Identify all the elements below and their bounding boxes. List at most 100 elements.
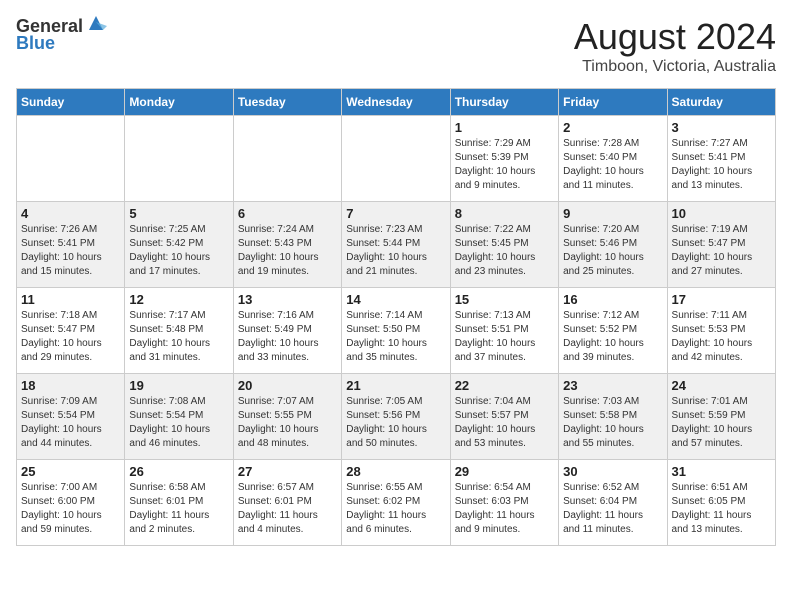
calendar-cell: 3Sunrise: 7:27 AMSunset: 5:41 PMDaylight… [667, 116, 775, 202]
cell-text-line: and 50 minutes. [346, 437, 445, 451]
cell-text-line: Sunrise: 7:16 AM [238, 309, 337, 323]
cell-text-line: Daylight: 10 hours [672, 423, 771, 437]
cell-text-line: Daylight: 10 hours [455, 337, 554, 351]
cell-text-line: Sunset: 5:47 PM [672, 237, 771, 251]
cell-text-line: Sunset: 5:44 PM [346, 237, 445, 251]
day-number: 5 [129, 206, 228, 221]
day-number: 4 [21, 206, 120, 221]
cell-text-line: Sunset: 5:54 PM [129, 409, 228, 423]
day-number: 19 [129, 378, 228, 393]
cell-text-line: Sunset: 6:04 PM [563, 495, 662, 509]
cell-text-line: Sunset: 5:58 PM [563, 409, 662, 423]
cell-text-line: and 35 minutes. [346, 351, 445, 365]
calendar-cell: 29Sunrise: 6:54 AMSunset: 6:03 PMDayligh… [450, 460, 558, 546]
cell-text-line: Sunrise: 7:11 AM [672, 309, 771, 323]
weekday-header-wednesday: Wednesday [342, 89, 450, 116]
calendar-table: SundayMondayTuesdayWednesdayThursdayFrid… [16, 88, 776, 546]
cell-text-line: and 53 minutes. [455, 437, 554, 451]
cell-text-line: and 6 minutes. [346, 523, 445, 537]
cell-text-line: Daylight: 10 hours [346, 337, 445, 351]
cell-text-line: Sunrise: 7:24 AM [238, 223, 337, 237]
weekday-header-saturday: Saturday [667, 89, 775, 116]
cell-text-line: and 19 minutes. [238, 265, 337, 279]
cell-text-line: Daylight: 11 hours [238, 509, 337, 523]
calendar-body: 1Sunrise: 7:29 AMSunset: 5:39 PMDaylight… [17, 116, 776, 546]
calendar-cell: 23Sunrise: 7:03 AMSunset: 5:58 PMDayligh… [559, 374, 667, 460]
cell-text-line: Sunrise: 7:09 AM [21, 395, 120, 409]
cell-text-line: Sunset: 5:43 PM [238, 237, 337, 251]
day-number: 31 [672, 464, 771, 479]
calendar-cell: 31Sunrise: 6:51 AMSunset: 6:05 PMDayligh… [667, 460, 775, 546]
location: Timboon, Victoria, Australia [574, 58, 776, 76]
cell-text-line: Sunset: 5:59 PM [672, 409, 771, 423]
calendar-cell: 9Sunrise: 7:20 AMSunset: 5:46 PMDaylight… [559, 202, 667, 288]
cell-text-line: Daylight: 11 hours [455, 509, 554, 523]
cell-text-line: Sunrise: 7:07 AM [238, 395, 337, 409]
cell-text-line: Sunrise: 6:55 AM [346, 481, 445, 495]
calendar-cell: 11Sunrise: 7:18 AMSunset: 5:47 PMDayligh… [17, 288, 125, 374]
calendar-cell: 12Sunrise: 7:17 AMSunset: 5:48 PMDayligh… [125, 288, 233, 374]
day-number: 10 [672, 206, 771, 221]
cell-text-line: Sunrise: 7:04 AM [455, 395, 554, 409]
cell-text-line: and 9 minutes. [455, 523, 554, 537]
calendar-cell: 13Sunrise: 7:16 AMSunset: 5:49 PMDayligh… [233, 288, 341, 374]
cell-text-line: Sunset: 5:54 PM [21, 409, 120, 423]
cell-text-line: and 57 minutes. [672, 437, 771, 451]
cell-text-line: and 13 minutes. [672, 523, 771, 537]
calendar-week-5: 25Sunrise: 7:00 AMSunset: 6:00 PMDayligh… [17, 460, 776, 546]
cell-text-line: and 13 minutes. [672, 179, 771, 193]
cell-text-line: Daylight: 10 hours [21, 251, 120, 265]
calendar-cell: 17Sunrise: 7:11 AMSunset: 5:53 PMDayligh… [667, 288, 775, 374]
day-number: 16 [563, 292, 662, 307]
day-number: 28 [346, 464, 445, 479]
cell-text-line: and 33 minutes. [238, 351, 337, 365]
cell-text-line: Sunrise: 6:52 AM [563, 481, 662, 495]
calendar-cell: 20Sunrise: 7:07 AMSunset: 5:55 PMDayligh… [233, 374, 341, 460]
cell-text-line: Daylight: 10 hours [238, 337, 337, 351]
cell-text-line: Sunset: 5:53 PM [672, 323, 771, 337]
calendar-cell: 6Sunrise: 7:24 AMSunset: 5:43 PMDaylight… [233, 202, 341, 288]
day-number: 12 [129, 292, 228, 307]
cell-text-line: Daylight: 11 hours [346, 509, 445, 523]
cell-text-line: Sunrise: 6:54 AM [455, 481, 554, 495]
cell-text-line: and 21 minutes. [346, 265, 445, 279]
cell-text-line: and 42 minutes. [672, 351, 771, 365]
cell-text-line: Sunrise: 7:27 AM [672, 137, 771, 151]
calendar-cell: 24Sunrise: 7:01 AMSunset: 5:59 PMDayligh… [667, 374, 775, 460]
cell-text-line: Daylight: 10 hours [455, 165, 554, 179]
weekday-header-sunday: Sunday [17, 89, 125, 116]
cell-text-line: and 48 minutes. [238, 437, 337, 451]
day-number: 27 [238, 464, 337, 479]
cell-text-line: Sunset: 5:57 PM [455, 409, 554, 423]
calendar-cell: 27Sunrise: 6:57 AMSunset: 6:01 PMDayligh… [233, 460, 341, 546]
page-header: General Blue August 2024 Timboon, Victor… [16, 16, 776, 76]
calendar-cell: 22Sunrise: 7:04 AMSunset: 5:57 PMDayligh… [450, 374, 558, 460]
logo: General Blue [16, 16, 107, 54]
cell-text-line: Daylight: 10 hours [563, 165, 662, 179]
cell-text-line: Daylight: 10 hours [455, 423, 554, 437]
cell-text-line: Daylight: 10 hours [672, 337, 771, 351]
cell-text-line: Sunrise: 7:13 AM [455, 309, 554, 323]
cell-text-line: Sunset: 5:40 PM [563, 151, 662, 165]
cell-text-line: Sunset: 6:00 PM [21, 495, 120, 509]
cell-text-line: Sunset: 6:02 PM [346, 495, 445, 509]
day-number: 21 [346, 378, 445, 393]
calendar-week-1: 1Sunrise: 7:29 AMSunset: 5:39 PMDaylight… [17, 116, 776, 202]
day-number: 18 [21, 378, 120, 393]
title-block: August 2024 Timboon, Victoria, Australia [574, 16, 776, 76]
calendar-cell: 8Sunrise: 7:22 AMSunset: 5:45 PMDaylight… [450, 202, 558, 288]
weekday-header-friday: Friday [559, 89, 667, 116]
cell-text-line: and 17 minutes. [129, 265, 228, 279]
cell-text-line: Sunrise: 7:19 AM [672, 223, 771, 237]
calendar-cell [125, 116, 233, 202]
cell-text-line: Sunrise: 7:22 AM [455, 223, 554, 237]
day-number: 9 [563, 206, 662, 221]
day-number: 20 [238, 378, 337, 393]
cell-text-line: and 11 minutes. [563, 179, 662, 193]
calendar-cell: 19Sunrise: 7:08 AMSunset: 5:54 PMDayligh… [125, 374, 233, 460]
cell-text-line: Sunrise: 6:58 AM [129, 481, 228, 495]
day-number: 2 [563, 120, 662, 135]
cell-text-line: Daylight: 10 hours [346, 251, 445, 265]
cell-text-line: and 46 minutes. [129, 437, 228, 451]
cell-text-line: Sunrise: 7:01 AM [672, 395, 771, 409]
